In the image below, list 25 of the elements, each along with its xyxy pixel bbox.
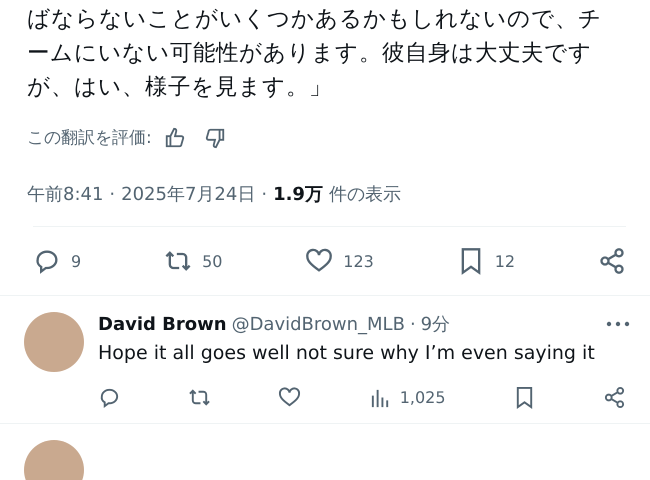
- reply-age: 9分: [420, 313, 450, 336]
- rate-translation-label: この翻訳を評価:: [27, 127, 152, 149]
- user-name[interactable]: David Brown: [98, 314, 227, 334]
- thumbs-up-icon[interactable]: [164, 126, 186, 148]
- separator-dot: ·: [410, 314, 416, 334]
- more-icon[interactable]: [606, 321, 630, 327]
- share-icon[interactable]: [598, 247, 626, 275]
- user-handle[interactable]: @DavidBrown_MLB: [232, 314, 405, 334]
- speech-bubble-icon[interactable]: [98, 386, 121, 409]
- views-label: 件の表示: [328, 183, 401, 206]
- action-count: 12: [494, 252, 516, 270]
- share-icon[interactable]: [602, 386, 626, 409]
- view-count: 1.9万: [273, 183, 323, 206]
- separator-dot: ·: [261, 184, 268, 204]
- action-count: 50: [202, 252, 222, 270]
- post-date: 2025年7月24日: [121, 183, 256, 206]
- tweet-text: ばならないことがいくつかあるかもしれないので、チームにいない可能性があります。彼自身は大丈夫ですが、はい、様子を見ます。」: [27, 5, 603, 102]
- reply-text: Hope it all goes well not sure why I’m even saying it: [98, 342, 596, 364]
- separator-dot: ·: [109, 184, 116, 204]
- action-count: 123: [343, 252, 374, 270]
- action-count: 9: [71, 252, 82, 270]
- heart-icon[interactable]: [278, 386, 302, 409]
- view-count: 1,025: [400, 388, 446, 407]
- thumbs-down-icon[interactable]: [204, 126, 226, 148]
- post-time: 午前8:41: [27, 183, 104, 206]
